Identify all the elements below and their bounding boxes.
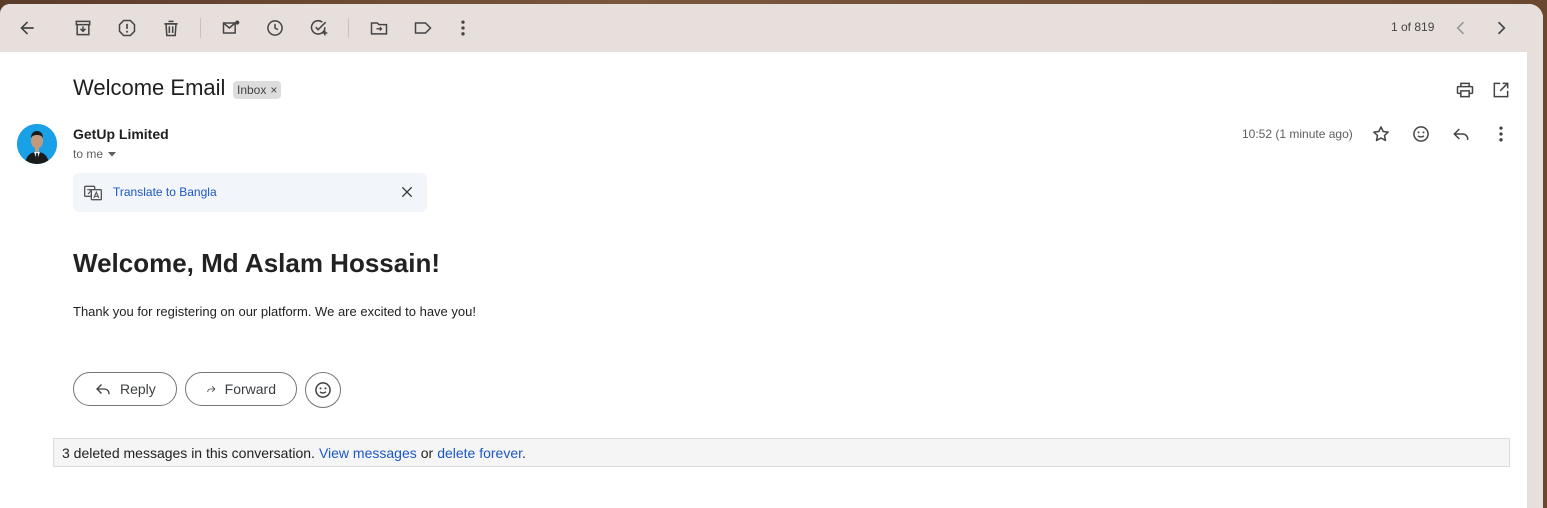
snooze-icon[interactable]	[259, 12, 291, 44]
label-icon[interactable]	[407, 12, 439, 44]
deleted-notice-or: or	[420, 444, 434, 461]
emoji-reaction-button[interactable]	[305, 372, 341, 408]
translate-icon	[84, 185, 102, 201]
inbox-label-chip: Inbox ×	[233, 81, 282, 99]
star-icon[interactable]	[1369, 122, 1393, 146]
recipient-text: to me	[73, 147, 104, 161]
reply-arrow-icon	[96, 384, 110, 395]
message-more-vert-icon[interactable]	[1489, 122, 1513, 146]
deleted-messages-notice: 3 deleted messages in this conversation.…	[53, 438, 1510, 467]
mark-unread-icon[interactable]	[215, 12, 247, 44]
more-vert-icon[interactable]	[447, 12, 479, 44]
window-edge	[1527, 52, 1543, 508]
forward-button[interactable]: Forward	[185, 372, 297, 406]
add-reaction-icon[interactable]	[1409, 122, 1433, 146]
translate-banner: Translate to Bangla	[73, 173, 427, 212]
report-spam-icon[interactable]	[111, 12, 143, 44]
deleted-notice-period: .	[522, 444, 526, 461]
close-icon[interactable]	[399, 184, 415, 200]
deleted-notice-text: 3 deleted messages in this conversation.	[62, 444, 315, 461]
message-toolbar: 1 of 819	[0, 4, 1543, 52]
archive-icon[interactable]	[67, 12, 99, 44]
reply-button[interactable]: Reply	[73, 372, 177, 406]
sender-name[interactable]: GetUp Limited	[73, 126, 169, 142]
translate-link[interactable]: Translate to Bangla	[113, 185, 217, 199]
newer-chevron-left-icon[interactable]	[1445, 12, 1477, 44]
view-messages-link[interactable]: View messages	[319, 445, 417, 461]
print-icon[interactable]	[1453, 78, 1477, 102]
forward-arrow-icon	[207, 386, 216, 393]
label-chip-text: Inbox	[237, 83, 267, 97]
recipient-details[interactable]: to me	[73, 147, 117, 161]
toolbar-divider	[200, 18, 201, 38]
remove-label-icon[interactable]: ×	[270, 83, 277, 97]
move-to-icon[interactable]	[363, 12, 395, 44]
message-timestamp: 10:52 (1 minute ago)	[1242, 127, 1353, 141]
older-chevron-right-icon[interactable]	[1485, 12, 1517, 44]
toolbar-divider	[348, 18, 349, 38]
sender-avatar[interactable]	[17, 124, 57, 164]
back-arrow-icon[interactable]	[11, 12, 43, 44]
email-view-window: 1 of 819 Welcome Email Inbox × GetUp Lim…	[0, 4, 1543, 508]
email-subject: Welcome Email	[73, 75, 226, 100]
reply-icon[interactable]	[1449, 122, 1473, 146]
caret-down-icon[interactable]	[107, 149, 117, 159]
delete-forever-link[interactable]: delete forever	[437, 445, 522, 461]
email-body-heading: Welcome, Md Aslam Hossain!	[73, 248, 440, 278]
pager-count: 1 of 819	[1391, 20, 1435, 34]
delete-icon[interactable]	[155, 12, 187, 44]
forward-label: Forward	[224, 381, 276, 397]
smiley-icon	[315, 382, 331, 398]
reply-label: Reply	[120, 381, 156, 397]
add-to-tasks-icon[interactable]	[303, 12, 335, 44]
email-body-text: Thank you for registering on our platfor…	[73, 304, 476, 319]
open-new-window-icon[interactable]	[1489, 78, 1513, 102]
